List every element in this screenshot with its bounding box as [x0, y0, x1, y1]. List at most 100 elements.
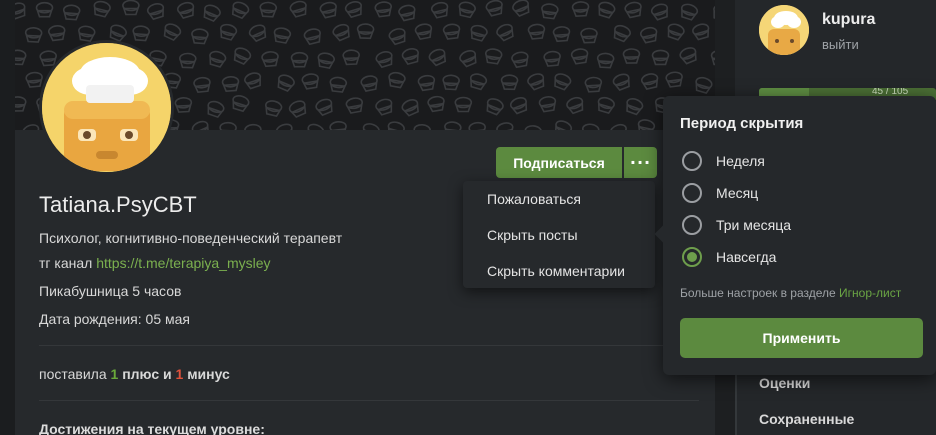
cover-pattern-item: [414, 23, 433, 41]
tg-prefix: тг канал: [39, 255, 93, 271]
apply-button[interactable]: Применить: [680, 318, 923, 358]
cover-pattern-item: [496, 23, 514, 42]
radio-option-forever[interactable]: Навсегда: [682, 247, 776, 267]
divider: [39, 345, 699, 346]
cover-pattern-item: [598, 1, 616, 19]
cover-pattern-item: [146, 3, 165, 21]
cover-pattern-item: [24, 26, 43, 43]
cover-pattern-item: [442, 23, 461, 40]
cover-pattern-item: [261, 51, 279, 68]
cover-pattern-item: [275, 123, 293, 130]
cover-pattern-item: [428, 48, 447, 67]
cover-pattern-item: [35, 1, 54, 18]
radio-option-three-months[interactable]: Три месяца: [682, 215, 791, 235]
radio-icon[interactable]: [682, 151, 702, 171]
profile-name: Tatiana.PsyCBT: [39, 192, 197, 217]
cover-pattern-item: [375, 98, 393, 116]
cover-pattern-item: [486, 98, 504, 116]
cover-pattern-item: [388, 71, 406, 89]
cover-pattern-item: [524, 125, 543, 130]
sidebar-item-ratings[interactable]: Оценки: [759, 375, 810, 391]
subscribe-button[interactable]: Подписаться: [496, 147, 622, 178]
cover-pattern-item: [47, 25, 66, 42]
cover-pattern-item: [329, 120, 347, 130]
radio-icon[interactable]: [682, 247, 702, 267]
user-name[interactable]: kupura: [822, 11, 875, 29]
cover-pattern-item: [554, 120, 573, 130]
cover-pattern-item: [500, 74, 519, 91]
radio-option-month[interactable]: Месяц: [682, 183, 758, 203]
achievements-heading: Достижения на текущем уровне:: [39, 421, 265, 435]
cover-pattern-item: [163, 23, 182, 42]
cover-pattern-item: [315, 98, 333, 117]
cover-pattern-item: [15, 96, 27, 112]
cover-pattern-item: [430, 1, 449, 19]
cover-pattern-item: [303, 28, 321, 46]
cover-pattern-item: [15, 2, 26, 20]
menu-item-hide-comments[interactable]: Скрыть комментарии: [487, 263, 625, 279]
menu-item-hide-posts[interactable]: Скрыть посты: [487, 227, 578, 243]
logout-link[interactable]: выйти: [822, 37, 859, 52]
cover-pattern-item: [442, 74, 460, 91]
user-avatar[interactable]: [759, 5, 809, 55]
cover-pattern-item: [680, 3, 699, 21]
cover-pattern-item: [398, 4, 416, 22]
cover-pattern-item: [219, 121, 237, 130]
profile-stats: поставила 1 плюс и 1 минус: [39, 366, 230, 382]
tg-link[interactable]: https://t.me/terapiya_mysley: [96, 255, 270, 271]
cover-pattern-item: [319, 1, 337, 19]
menu-item-report[interactable]: Пожаловаться: [487, 191, 581, 207]
cover-pattern-item: [468, 121, 486, 130]
cover-pattern-item: [637, 119, 656, 130]
cover-pattern-item: [244, 123, 262, 130]
cover-pattern-item: [375, 51, 393, 69]
cover-pattern-item: [640, 73, 659, 90]
more-dots-icon[interactable]: ···: [624, 147, 657, 178]
cover-pattern-item: [233, 47, 252, 65]
cover-pattern-item: [174, 96, 193, 113]
cover-pattern-item: [219, 23, 238, 41]
cover-pattern-item: [244, 72, 262, 90]
cover-pattern-item: [692, 23, 710, 41]
cover-pattern-item: [345, 97, 364, 114]
cover-pattern-item: [554, 73, 572, 91]
cover-pattern-item: [650, 3, 669, 21]
cover-pattern-item: [78, 25, 96, 42]
cover-pattern-item: [132, 25, 150, 42]
radio-option-week[interactable]: Неделя: [682, 151, 765, 171]
cover-pattern-item: [277, 74, 295, 92]
cover-pattern-item: [329, 76, 348, 93]
profile-actions: Подписаться ···: [496, 147, 657, 178]
plus-word: плюс и: [122, 366, 172, 382]
cover-pattern-item: [511, 51, 529, 69]
cover-pattern-item: [527, 23, 546, 40]
radio-icon[interactable]: [682, 215, 702, 235]
cover-pattern-item: [417, 74, 436, 92]
radio-label: Месяц: [716, 185, 759, 201]
cover-pattern-item: [584, 76, 603, 93]
profile-membership: Пикабушница 5 часов: [39, 283, 182, 299]
radio-label: Неделя: [716, 153, 765, 169]
cover-pattern-item: [207, 100, 225, 119]
cover-pattern-item: [485, 0, 503, 17]
cover-pattern-item: [458, 1, 476, 19]
sidebar-item-saved[interactable]: Сохраненные: [759, 411, 854, 427]
cover-pattern-item: [469, 73, 488, 91]
radio-icon[interactable]: [682, 183, 702, 203]
cover-pattern-item: [639, 26, 658, 44]
popover-title: Период скрытия: [680, 115, 804, 132]
sidebar-rule: [735, 372, 737, 435]
profile-avatar[interactable]: [39, 40, 174, 175]
radio-label: Три месяца: [716, 217, 792, 233]
cover-pattern-item: [695, 76, 713, 94]
cover-pattern-item: [713, 4, 715, 22]
cover-pattern-item: [356, 23, 375, 40]
cover-pattern-item: [538, 96, 557, 113]
cover-pattern-item: [191, 28, 209, 45]
cover-pattern-item: [15, 49, 27, 66]
ignore-list-link[interactable]: Игнор-лист: [839, 286, 901, 300]
cover-pattern-item: [609, 123, 627, 130]
cover-pattern-item: [264, 100, 283, 117]
chef-avatar-icon: [42, 43, 171, 172]
cover-pattern-item: [484, 48, 503, 65]
